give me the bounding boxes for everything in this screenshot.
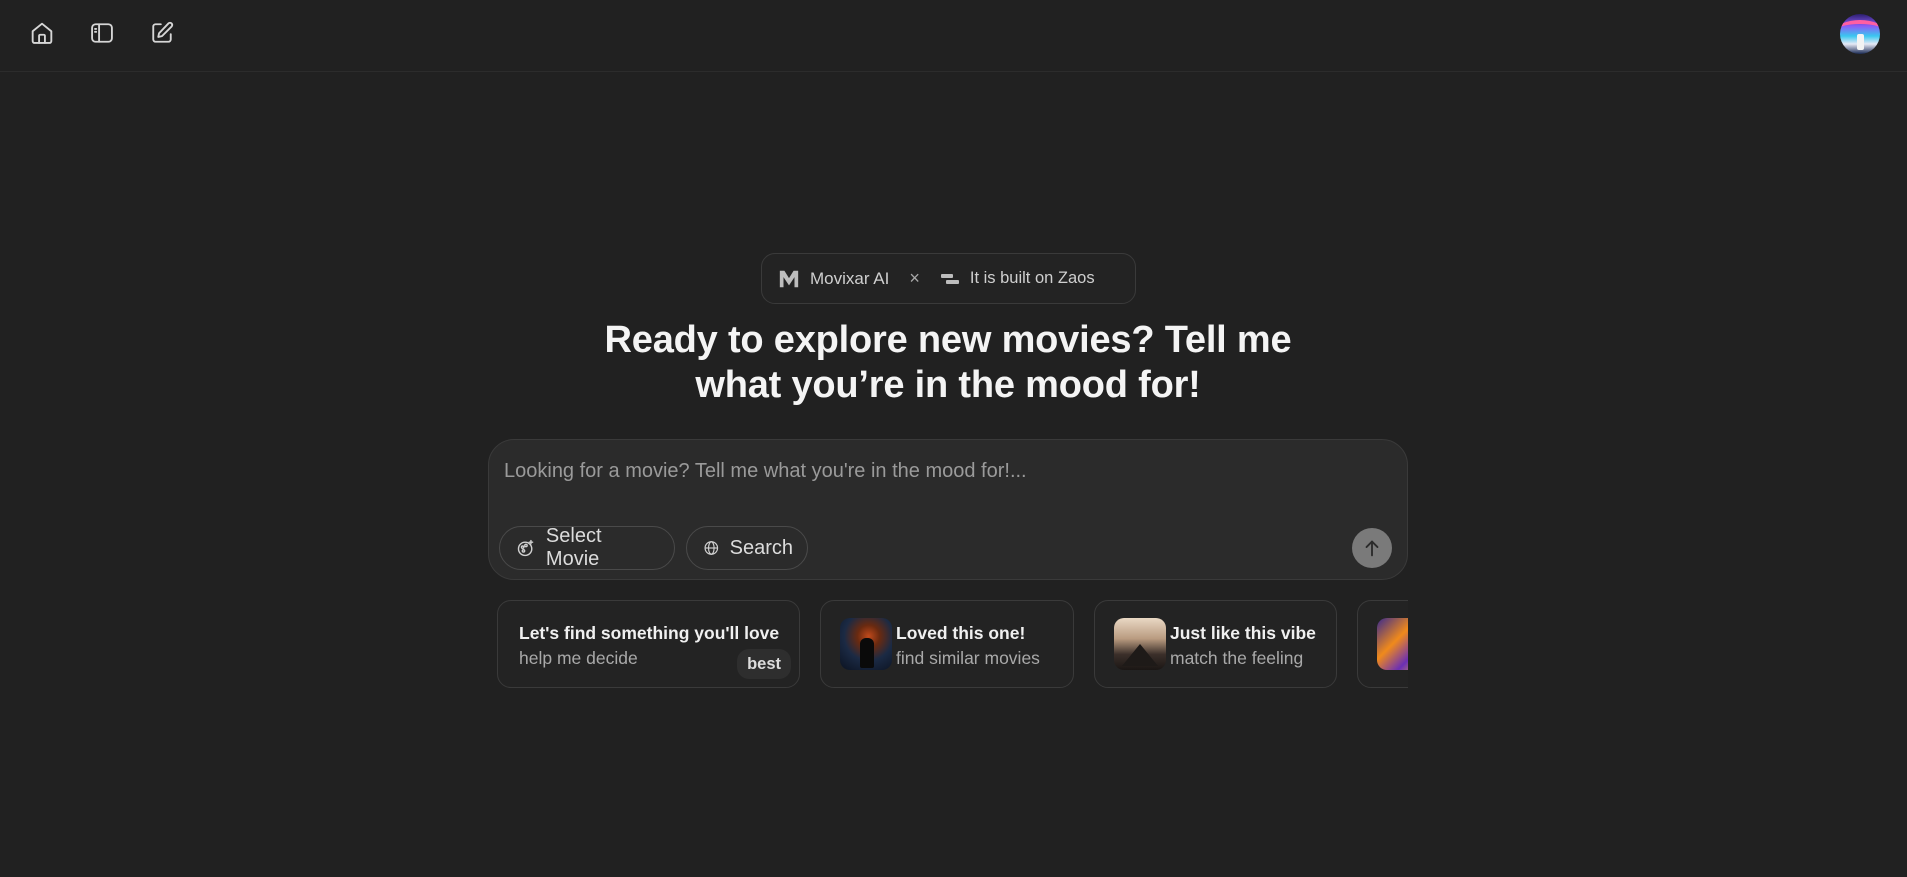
- app-root: Movixar AI × It is built on Zaos Ready t…: [0, 0, 1907, 877]
- composer: Select Movie Search: [488, 439, 1408, 580]
- film-reel-icon: [517, 539, 534, 557]
- suggestion-card-match-feeling[interactable]: Just like this vibe match the feeling: [1094, 600, 1337, 688]
- suggestion-title: Just like this vibe: [1170, 623, 1316, 643]
- suggestion-subtitle: help me decide: [519, 648, 638, 668]
- globe-icon: [704, 541, 719, 555]
- search-button[interactable]: Search: [686, 526, 808, 570]
- page-title: Ready to explore new movies? Tell me wha…: [560, 318, 1336, 408]
- page-title-line-1: Ready to explore new movies? Tell me: [604, 319, 1292, 361]
- dark-knight-poster: [840, 618, 892, 670]
- brand-badge: Movixar AI × It is built on Zaos: [761, 253, 1136, 304]
- avatar-figure: [1857, 34, 1864, 50]
- user-avatar[interactable]: [1840, 14, 1880, 54]
- top-bar: [0, 0, 1907, 72]
- edit-icon: [152, 21, 174, 43]
- suggestion-card-partial[interactable]: [1357, 600, 1408, 688]
- suggestion-card-similar-movies[interactable]: Loved this one! find similar movies: [820, 600, 1074, 688]
- animated-poster: [1377, 618, 1408, 670]
- sidebar-toggle-icon: [91, 23, 113, 43]
- page-title-line-2: what you’re in the mood for!: [695, 364, 1201, 406]
- home-button[interactable]: [22, 13, 62, 53]
- poster-ship: [1122, 644, 1158, 666]
- send-button[interactable]: [1352, 528, 1392, 568]
- poster-figure: [860, 638, 874, 668]
- select-movie-label: Select Movie: [545, 525, 602, 570]
- suggestion-card-help-decide[interactable]: Let's find something you'll love help me…: [497, 600, 800, 688]
- suggestion-subtitle: find similar movies: [896, 648, 1040, 668]
- sidebar-toggle-button[interactable]: [82, 13, 122, 53]
- suggestion-title: Loved this one!: [896, 623, 1026, 643]
- home-icon: [31, 22, 53, 44]
- prompt-input[interactable]: [504, 456, 1364, 486]
- arrow-up-icon: [1365, 540, 1379, 557]
- titanic-poster: [1114, 618, 1166, 670]
- built-on-label: It is built on Zaos: [969, 269, 1095, 287]
- badge-separator: ×: [909, 268, 920, 288]
- select-movie-button[interactable]: Select Movie: [499, 525, 675, 570]
- movixar-logo-icon: [779, 270, 799, 287]
- new-chat-button[interactable]: [142, 13, 182, 53]
- search-label: Search: [729, 536, 793, 559]
- best-badge: best: [737, 649, 791, 679]
- zaos-logo-icon: [940, 273, 959, 284]
- brand-label: Movixar AI: [810, 268, 890, 288]
- suggestion-subtitle: match the feeling: [1170, 648, 1304, 668]
- suggestion-title: Let's find something you'll love: [519, 623, 780, 643]
- suggestion-list: Let's find something you'll love help me…: [497, 600, 1408, 689]
